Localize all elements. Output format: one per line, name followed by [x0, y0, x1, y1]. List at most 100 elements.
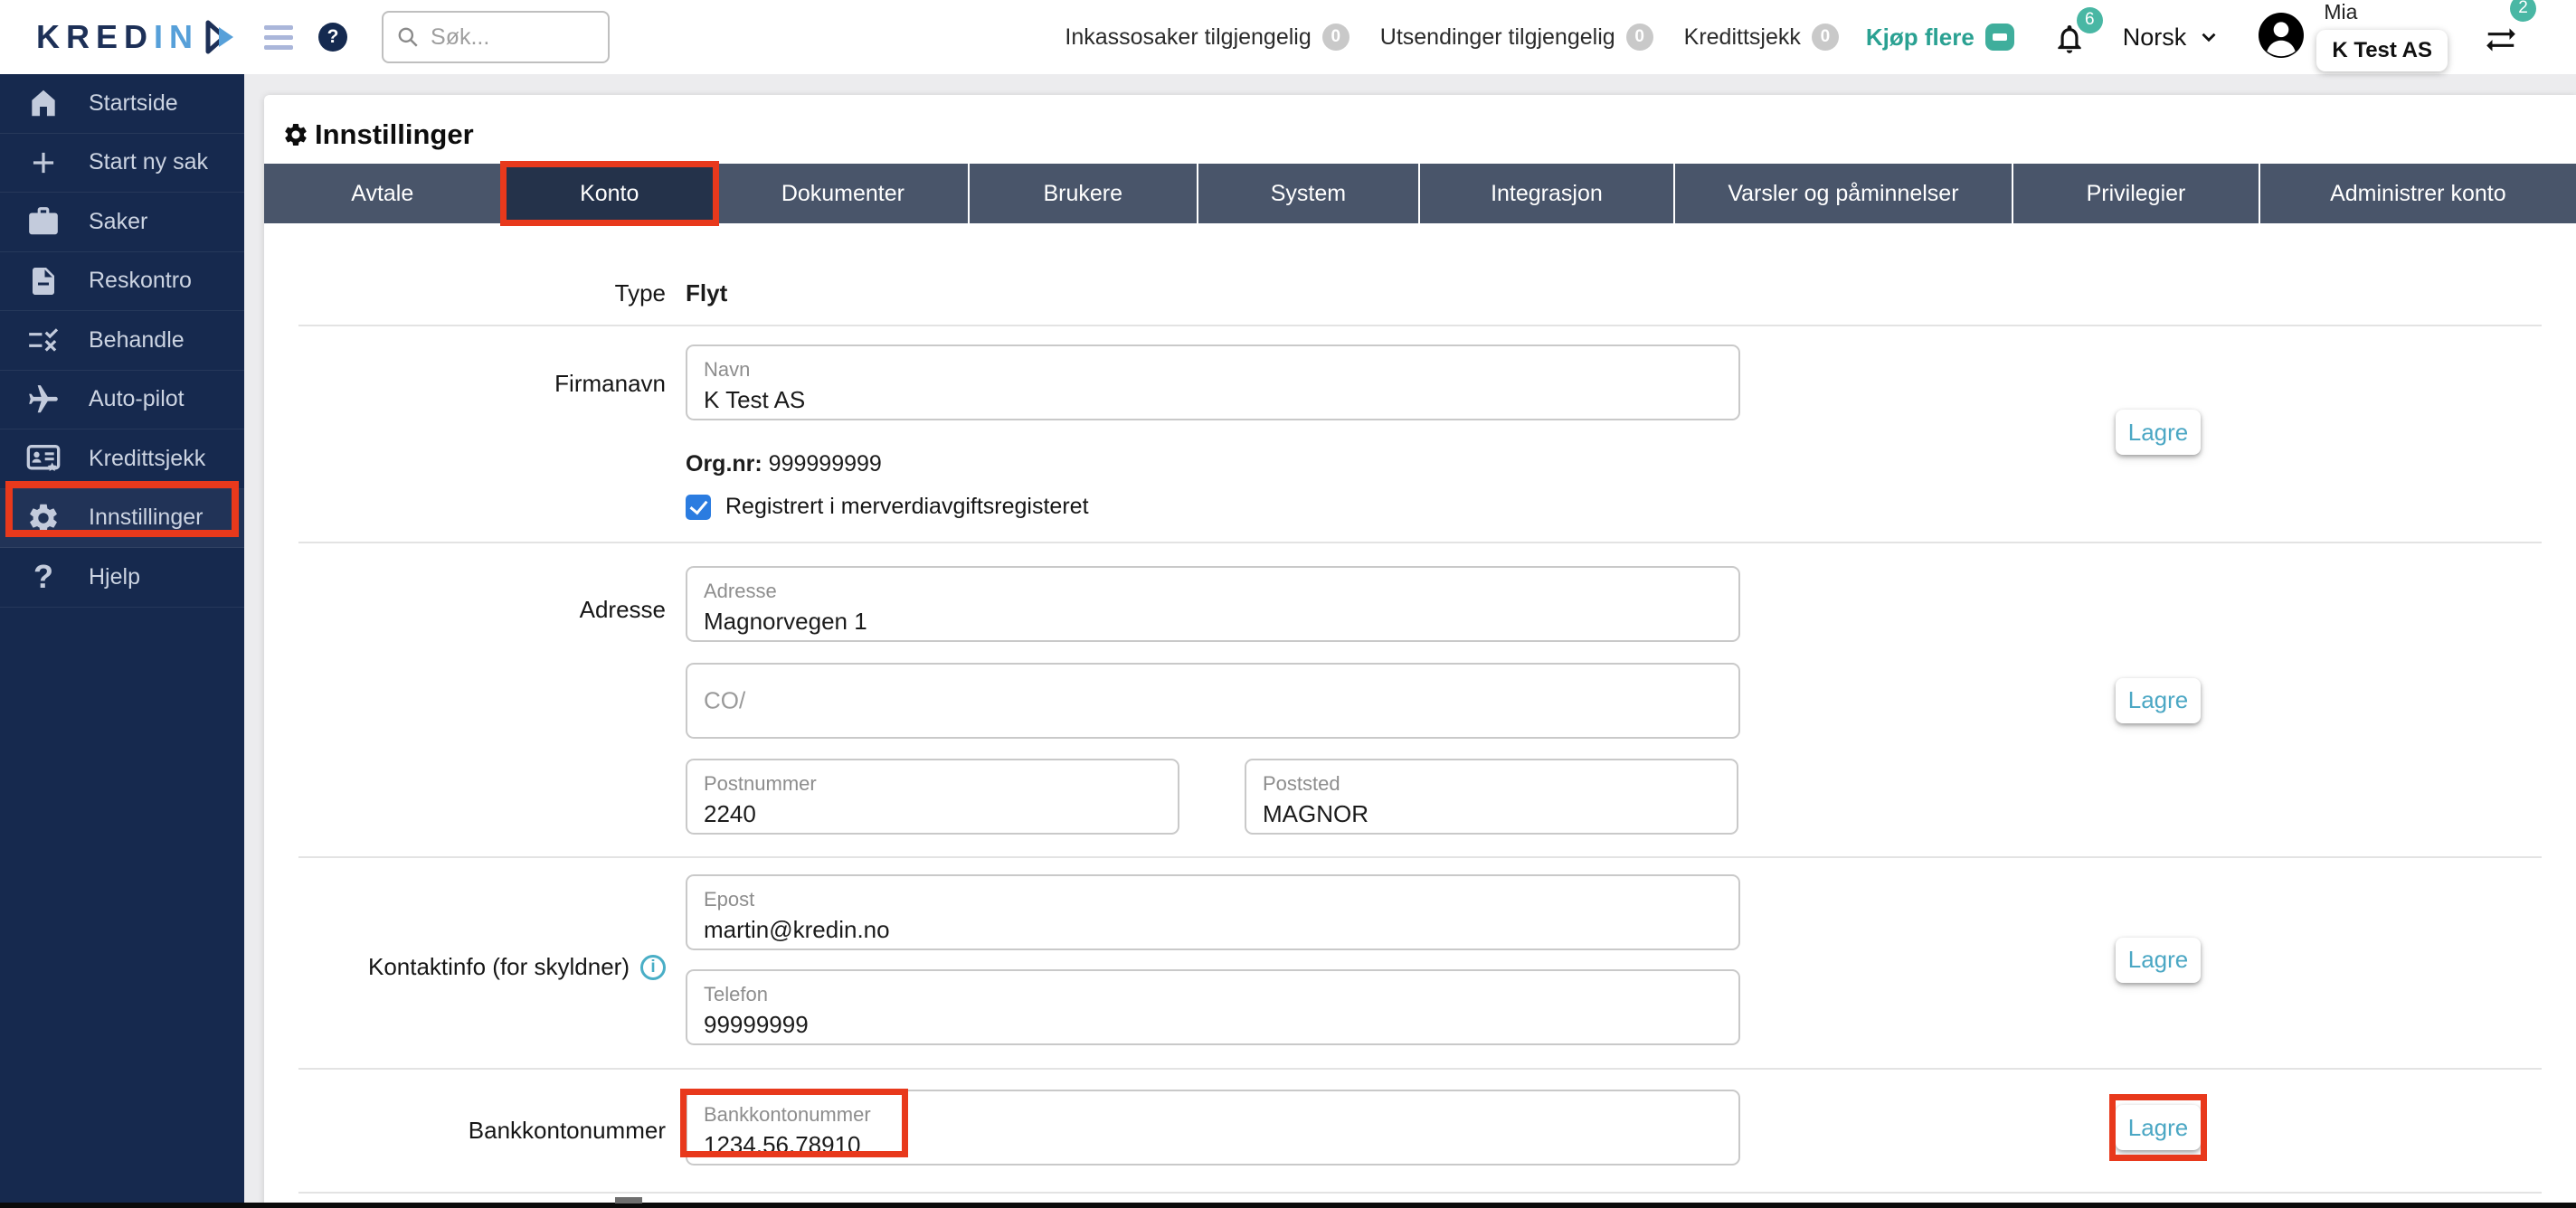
field-label: Bankkontonummer: [704, 1103, 871, 1126]
tab-label: System: [1270, 180, 1347, 206]
tab-varsler-og-paminnelser[interactable]: Varsler og påminnelser: [1675, 164, 2014, 223]
page-title: Innstillinger: [315, 118, 474, 150]
stat-utsendinger: Utsendinger tilgjengelig 0: [1380, 24, 1653, 51]
stat-count-badge: 0: [1321, 24, 1350, 51]
save-firmanavn-button[interactable]: Lagre: [2116, 410, 2201, 455]
tab-label: Varsler og påminnelser: [1728, 180, 1959, 206]
sidebar-item-hjelp[interactable]: ? Hjelp: [0, 548, 244, 608]
field-placeholder: CO/: [704, 686, 746, 714]
sidebar-item-label: Auto-pilot: [89, 386, 185, 412]
tab-administrer-konto[interactable]: Administrer konto: [2260, 164, 2576, 223]
settings-card: Innstillinger Avtale Konto Dokumenter Br…: [264, 95, 2576, 1208]
vat-row: Registrert i merverdiavgiftsregisteret: [686, 494, 1740, 520]
field-label: Postnummer: [704, 772, 817, 795]
epost-field[interactable]: Epost martin@kredin.no: [686, 874, 1740, 950]
switch-account-button[interactable]: 2: [2484, 0, 2536, 61]
tab-label: Avtale: [351, 180, 414, 206]
field-value: MAGNOR: [1263, 800, 1368, 827]
section-bank: Bankkontonummer Bankkontonummer 1234.56.…: [264, 1070, 2576, 1192]
field-value: martin@kredin.no: [704, 916, 890, 943]
sidebar-item-label: Kredittsjekk: [89, 445, 206, 471]
save-bank-button[interactable]: Lagre: [2116, 1105, 2201, 1150]
adresse-label: Adresse: [579, 596, 666, 623]
save-kontaktinfo-button[interactable]: Lagre: [2116, 937, 2201, 983]
chevron-down-icon: [2202, 33, 2216, 42]
save-adresse-button[interactable]: Lagre: [2116, 677, 2201, 723]
postnummer-field[interactable]: Postnummer 2240: [686, 759, 1179, 835]
stat-count-badge: 0: [1625, 24, 1653, 51]
sidebar-item-label: Start ny sak: [89, 149, 208, 175]
field-label: Adresse: [704, 580, 777, 602]
field-label: Telefon: [704, 983, 768, 1005]
search-icon: [398, 27, 418, 47]
orgnr-row: Org.nr: 999999999: [686, 451, 1740, 477]
kredin-logo[interactable]: KREDIN: [36, 18, 237, 56]
user-name: Mia: [2324, 0, 2358, 24]
swap-arrows-icon: [2486, 27, 2515, 52]
tab-konto[interactable]: Konto: [499, 161, 720, 226]
orgnr-value: 999999999: [768, 451, 882, 477]
address-field[interactable]: Adresse Magnorvegen 1: [686, 566, 1740, 642]
annotation-box-save: Lagre: [2109, 1094, 2207, 1161]
stat-label: Inkassosaker tilgjengelig: [1065, 24, 1312, 50]
buy-more-label: Kjøp flere: [1865, 23, 1975, 51]
sidebar-item-label: Hjelp: [89, 563, 140, 590]
sidebar-item-auto-pilot[interactable]: Auto-pilot: [0, 371, 244, 429]
bottom-edge-strip: [0, 1203, 2576, 1208]
firmanavn-label: Firmanavn: [554, 370, 666, 397]
tab-label: Administrer konto: [2330, 180, 2506, 206]
poststed-field[interactable]: Poststed MAGNOR: [1245, 759, 1738, 835]
field-label: Navn: [704, 358, 751, 381]
co-field[interactable]: CO/: [686, 663, 1740, 739]
tab-label: Privilegier: [2086, 180, 2186, 206]
tab-label: Brukere: [1043, 180, 1122, 206]
tab-privilegier[interactable]: Privilegier: [2013, 164, 2260, 223]
kontaktinfo-label: Kontaktinfo (for skyldner): [367, 953, 630, 980]
document-icon: [24, 265, 63, 297]
sidebar-item-kredittsjekk[interactable]: Kredittsjekk: [0, 429, 244, 489]
sidebar-item-reskontro[interactable]: Reskontro: [0, 252, 244, 311]
tab-avtale[interactable]: Avtale: [264, 164, 503, 223]
home-icon: [24, 86, 63, 120]
switch-count-badge: 2: [2510, 0, 2536, 22]
sidebar-item-behandle[interactable]: Behandle: [0, 311, 244, 371]
bankkonto-field[interactable]: Bankkontonummer 1234.56.78910: [680, 1089, 1740, 1166]
tab-label: Dokumenter: [781, 180, 904, 206]
search-box[interactable]: [382, 11, 611, 63]
section-type: Type Flyt: [264, 223, 2576, 325]
notification-count-badge: 6: [2076, 6, 2103, 33]
tab-brukere[interactable]: Brukere: [970, 164, 1198, 223]
checklist-icon: [24, 323, 63, 357]
vat-checkbox[interactable]: [686, 494, 711, 520]
settings-gear-icon: [285, 124, 307, 146]
tab-dokumenter[interactable]: Dokumenter: [718, 164, 970, 223]
tabbar: Avtale Konto Dokumenter Brukere System I…: [264, 161, 2576, 226]
search-input[interactable]: [431, 24, 594, 51]
sidebar-item-label: Reskontro: [89, 268, 192, 294]
gear-icon: [24, 501, 63, 535]
sidebar-item-start-ny-sak[interactable]: Start ny sak: [0, 134, 244, 193]
language-selector[interactable]: Norsk: [2123, 24, 2221, 52]
language-label: Norsk: [2122, 23, 2187, 51]
company-name-field[interactable]: Navn K Test AS: [686, 344, 1740, 420]
tab-integrasjon[interactable]: Integrasjon: [1420, 164, 1675, 223]
sidebar: Startside Start ny sak Saker Reskontro B…: [0, 74, 244, 1208]
sidebar-item-saker[interactable]: Saker: [0, 193, 244, 252]
buy-more-button[interactable]: Kjøp flere: [1866, 24, 2014, 52]
sidebar-item-startside[interactable]: Startside: [0, 74, 244, 134]
tab-label: Konto: [580, 180, 639, 206]
tab-system[interactable]: System: [1198, 164, 1421, 223]
info-icon[interactable]: i: [640, 954, 666, 980]
credit-card-icon: [1984, 24, 2014, 51]
sidebar-item-label: Startside: [89, 90, 178, 116]
menu-icon[interactable]: [264, 20, 294, 55]
account-name-card: K Test AS: [2316, 29, 2448, 71]
avatar[interactable]: [2259, 12, 2305, 62]
help-icon[interactable]: ?: [318, 23, 348, 52]
telefon-field[interactable]: Telefon 99999999: [686, 969, 1740, 1045]
partial-element: [615, 1197, 642, 1203]
notifications-button[interactable]: 6: [2052, 6, 2103, 61]
section-kontaktinfo: Kontaktinfo (for skyldner) i Epost marti…: [264, 858, 2576, 1068]
sidebar-item-innstillinger[interactable]: Innstillinger: [0, 488, 244, 548]
question-icon: ?: [33, 558, 53, 596]
